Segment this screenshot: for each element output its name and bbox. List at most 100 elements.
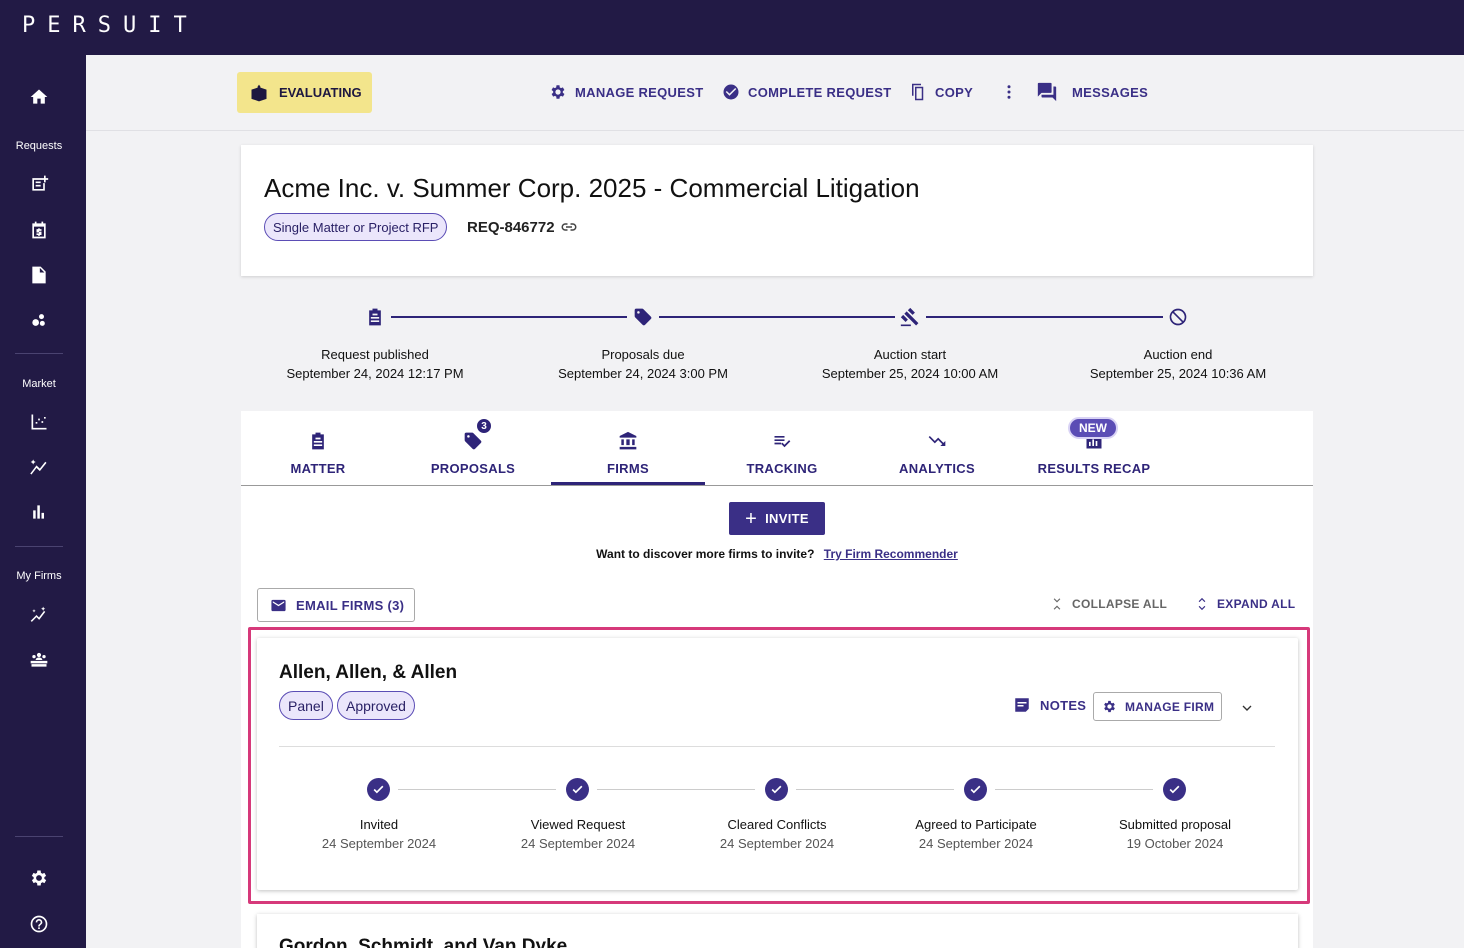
discover-firms-prompt: Want to discover more firms to invite? T…	[596, 547, 958, 561]
progress-step: Invited 24 September 2024	[321, 817, 437, 851]
new-badge: NEW	[1068, 417, 1118, 439]
link-icon	[561, 223, 576, 231]
magic-icon[interactable]	[27, 603, 51, 627]
copy-icon	[912, 83, 924, 101]
top-bar: PERSUIT	[0, 0, 1464, 55]
more-vert-icon	[1007, 85, 1011, 99]
timeline-step: Auction start September 25, 2024 10:00 A…	[821, 347, 999, 381]
settings-icon[interactable]	[27, 866, 51, 890]
firm-tag-approved: Approved	[337, 691, 415, 720]
collapse-icon	[1053, 598, 1061, 610]
invite-button[interactable]: + INVITE	[729, 502, 825, 535]
tab-proposals[interactable]: 3 PROPOSALS	[396, 411, 550, 485]
box-open-icon	[251, 84, 267, 101]
email-firms-button[interactable]: EMAIL FIRMS (3)	[257, 588, 415, 622]
firm-card: Gordon, Schmidt, and Van Dyke	[257, 914, 1298, 948]
progress-step: Submitted proposal 19 October 2024	[1118, 817, 1231, 851]
progress-step: Cleared Conflicts 24 September 2024	[719, 817, 835, 851]
timeline-connector	[391, 316, 627, 318]
sidebar-divider	[15, 353, 63, 354]
request-title: Acme Inc. v. Summer Corp. 2025 - Commerc…	[264, 173, 920, 203]
plus-icon: +	[745, 507, 758, 530]
check-circle-icon	[964, 778, 987, 801]
check-circle-icon	[723, 84, 739, 100]
mail-icon	[271, 599, 286, 611]
calendar-budget-icon[interactable]	[27, 218, 51, 242]
sidebar-divider	[15, 836, 63, 837]
expand-all-button[interactable]: EXPAND ALL	[1195, 597, 1295, 611]
tabs-divider	[241, 485, 1313, 486]
team-icon[interactable]	[27, 648, 51, 672]
gear-icon	[1104, 700, 1115, 713]
firm-recommender-link[interactable]: Try Firm Recommender	[824, 547, 958, 561]
timeline-connector	[659, 316, 895, 318]
sidebar: Requests Market My Firms	[0, 55, 86, 948]
help-icon[interactable]	[27, 912, 51, 936]
request-header-card: Acme Inc. v. Summer Corp. 2025 - Commerc…	[241, 145, 1313, 276]
proposals-count-badge: 3	[475, 417, 493, 435]
block-icon	[1166, 305, 1190, 329]
collapse-all-button[interactable]: COLLAPSE ALL	[1050, 597, 1167, 611]
request-type-chip: Single Matter or Project RFP	[264, 213, 448, 241]
timeline-step: Proposals due September 24, 2024 3:00 PM	[558, 347, 728, 381]
home-icon[interactable]	[27, 85, 51, 109]
firm-card-divider	[279, 746, 1275, 747]
tab-analytics[interactable]: ANALYTICS	[860, 411, 1014, 485]
expand-icon	[1198, 597, 1206, 611]
timeline-step: Request published September 24, 2024 12:…	[286, 347, 464, 381]
copy-button[interactable]: COPY	[909, 81, 973, 103]
persuit-logo[interactable]: PERSUIT	[22, 13, 199, 38]
request-action-bar: EVALUATING MANAGE REQUEST COMPLETE REQUE…	[86, 55, 1464, 131]
progress-connector	[398, 789, 556, 790]
complete-request-button[interactable]: COMPLETE REQUEST	[722, 81, 891, 103]
chevron-down-icon[interactable]	[1239, 700, 1255, 716]
messages-button[interactable]: MESSAGES	[1036, 81, 1148, 103]
check-circle-icon	[566, 778, 589, 801]
bank-icon	[619, 431, 637, 450]
clipboard-icon	[312, 432, 324, 450]
document-icon[interactable]	[27, 263, 51, 287]
bar-chart-icon[interactable]	[27, 500, 51, 524]
firm-card: Allen, Allen, & Allen Panel Approved NOT…	[257, 638, 1298, 890]
firm-tag-panel: Panel	[279, 691, 333, 720]
firm-name: Gordon, Schmidt, and Van Dyke	[279, 936, 568, 948]
manage-request-button[interactable]: MANAGE REQUEST	[549, 81, 703, 103]
playlist-check-icon	[774, 436, 791, 448]
sidebar-section-market: Market	[22, 378, 56, 390]
notes-button[interactable]: NOTES	[1013, 696, 1086, 714]
clipboard-icon	[363, 305, 387, 329]
tab-tracking[interactable]: TRACKING	[705, 411, 859, 485]
progress-connector	[796, 789, 954, 790]
check-circle-icon	[765, 778, 788, 801]
tab-firms[interactable]: FIRMS	[551, 411, 705, 485]
progress-step: Agreed to Participate 24 September 2024	[915, 817, 1037, 851]
check-circle-icon	[367, 778, 390, 801]
notes-icon	[1015, 698, 1029, 712]
tab-results-recap[interactable]: NEW RESULTS RECAP	[1017, 411, 1171, 485]
timeline-connector	[926, 316, 1163, 318]
firm-name: Allen, Allen, & Allen	[279, 662, 458, 683]
sidebar-section-my-firms: My Firms	[16, 570, 62, 582]
more-options-button[interactable]	[1000, 81, 1026, 103]
tab-matter[interactable]: MATTER	[241, 411, 395, 485]
chat-icon	[1037, 82, 1057, 102]
sidebar-divider	[15, 546, 63, 547]
new-request-icon[interactable]	[27, 172, 51, 196]
manage-firm-button[interactable]: MANAGE FIRM	[1093, 692, 1222, 721]
status-chip: EVALUATING	[237, 72, 372, 113]
check-circle-icon	[1163, 778, 1186, 801]
tag-icon	[631, 305, 655, 329]
chart-scatter-icon[interactable]	[27, 410, 51, 434]
status-label: EVALUATING	[279, 85, 362, 100]
progress-connector	[597, 789, 755, 790]
progress-step: Viewed Request 24 September 2024	[520, 817, 636, 851]
sparkle-chart-icon[interactable]	[27, 455, 51, 479]
progress-connector	[995, 789, 1153, 790]
sidebar-section-requests: Requests	[15, 140, 63, 152]
timeline-step: Auction end September 25, 2024 10:36 AM	[1089, 347, 1267, 381]
trending-down-icon	[928, 436, 946, 446]
bubbles-icon[interactable]	[27, 308, 51, 332]
gavel-icon	[898, 305, 922, 329]
gear-icon	[551, 85, 565, 99]
request-id[interactable]: REQ-846772	[467, 218, 578, 236]
